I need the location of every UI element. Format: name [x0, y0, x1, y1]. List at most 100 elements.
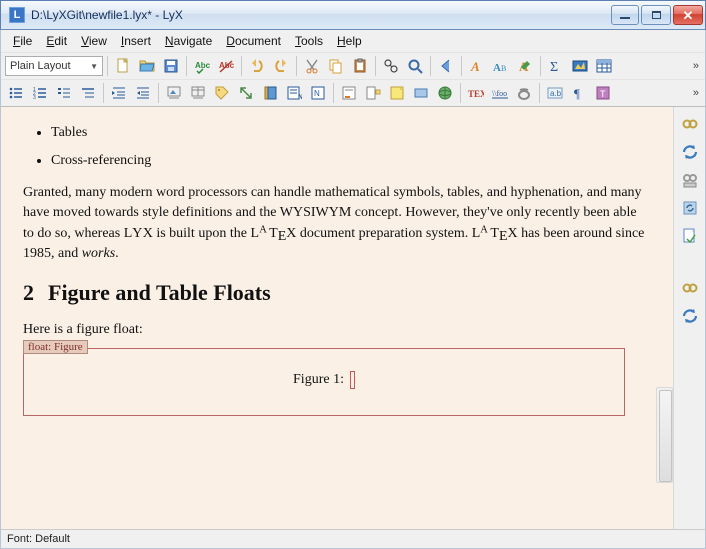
save-file-icon[interactable]: [160, 55, 182, 77]
insert-table-icon[interactable]: [593, 55, 615, 77]
vertical-scrollbar[interactable]: [656, 387, 673, 483]
svg-text:A: A: [493, 62, 501, 74]
svg-text:3: 3: [33, 95, 36, 101]
paragraph-icon[interactable]: ¶: [568, 82, 590, 104]
toolbars: Plain Layout ▼ Abc Abc A AB A Σ » 123: [0, 52, 706, 107]
svg-text:a.b: a.b: [550, 89, 562, 98]
svg-text:TEX: TEX: [468, 89, 484, 99]
math-icon[interactable]: Σ: [545, 55, 567, 77]
svg-text:\\foo: \\foo: [492, 89, 507, 98]
menubar: File Edit View Insert Navigate Document …: [0, 30, 706, 52]
bullet-list: Tables Cross-referencing: [51, 125, 651, 169]
emphasize-icon[interactable]: A: [466, 55, 488, 77]
list-term-icon[interactable]: [53, 82, 75, 104]
paste-icon[interactable]: [349, 55, 371, 77]
new-file-icon[interactable]: [112, 55, 134, 77]
list-bullet-icon[interactable]: [5, 82, 27, 104]
scroll-thumb[interactable]: [659, 390, 672, 482]
caption-label: Figure 1:: [293, 372, 344, 388]
svg-text:Σ: Σ: [550, 60, 558, 74]
menu-file[interactable]: File: [7, 32, 38, 50]
document-area[interactable]: Tables Cross-referencing Granted, many m…: [1, 107, 673, 529]
footnote-icon[interactable]: [338, 82, 360, 104]
index-icon[interactable]: N: [283, 82, 305, 104]
float-figure-icon[interactable]: [163, 82, 185, 104]
bullet-item: Cross-referencing: [51, 153, 651, 169]
menu-document[interactable]: Document: [220, 32, 287, 50]
paragraph: Granted, many modern word processors can…: [23, 183, 651, 264]
label-icon[interactable]: [211, 82, 233, 104]
hyperlink-icon[interactable]: [434, 82, 456, 104]
app-icon: L: [9, 7, 25, 23]
nav-back-icon[interactable]: [435, 55, 457, 77]
paragraph: Here is a figure float:: [23, 320, 651, 340]
master-refresh-icon[interactable]: [679, 197, 701, 219]
menu-insert[interactable]: Insert: [115, 32, 157, 50]
menu-help[interactable]: Help: [331, 32, 368, 50]
right-toolbar: [673, 107, 705, 529]
menu-edit[interactable]: Edit: [40, 32, 73, 50]
svg-text:N: N: [314, 89, 320, 98]
include-file-icon[interactable]: [513, 82, 535, 104]
note-icon[interactable]: [386, 82, 408, 104]
thesaurus-icon[interactable]: T: [592, 82, 614, 104]
figure-float[interactable]: float: Figure Figure 1:: [23, 348, 625, 416]
svg-text:N: N: [298, 94, 302, 101]
float-table-icon[interactable]: [187, 82, 209, 104]
figure-caption[interactable]: Figure 1:: [293, 371, 355, 389]
margin-note-icon[interactable]: [362, 82, 384, 104]
statusbar: Font: Default: [0, 529, 706, 549]
svg-text:T: T: [600, 89, 606, 99]
close-button[interactable]: ✕: [673, 5, 703, 25]
svg-text:B: B: [501, 64, 506, 73]
text-style-icon[interactable]: a.b: [544, 82, 566, 104]
window-title: D:\LyXGit\newfile1.lyx* - LyX: [31, 8, 611, 22]
titlebar: L D:\LyXGit\newfile1.lyx* - LyX ✕: [0, 0, 706, 30]
list-number-icon[interactable]: 123: [29, 82, 51, 104]
copy-icon[interactable]: [325, 55, 347, 77]
status-text: Font: Default: [7, 533, 70, 545]
find-icon[interactable]: [404, 55, 426, 77]
toolbar-extra: 123 N N TEX \\foo a.b ¶ T »: [1, 79, 705, 106]
svg-text:A: A: [470, 59, 480, 74]
nomenclature-icon[interactable]: N: [307, 82, 329, 104]
view-icon[interactable]: [679, 113, 701, 135]
menu-navigate[interactable]: Navigate: [159, 32, 218, 50]
refresh2-icon[interactable]: [679, 305, 701, 327]
output-sync-icon[interactable]: [679, 225, 701, 247]
cut-icon[interactable]: [301, 55, 323, 77]
text-caret: [350, 371, 355, 389]
float-label: float: Figure: [23, 340, 88, 354]
menu-view[interactable]: View: [75, 32, 113, 50]
toolbar2-overflow-icon[interactable]: »: [693, 87, 701, 99]
noun-icon[interactable]: AB: [490, 55, 512, 77]
open-file-icon[interactable]: [136, 55, 158, 77]
indent-decrease-icon[interactable]: [132, 82, 154, 104]
indent-increase-icon[interactable]: [108, 82, 130, 104]
minimize-button[interactable]: [611, 5, 639, 25]
apply-style-icon[interactable]: A: [514, 55, 536, 77]
find-replace-icon[interactable]: [380, 55, 402, 77]
layout-combo-text: Plain Layout: [10, 60, 71, 72]
menu-tools[interactable]: Tools: [289, 32, 329, 50]
layout-combo[interactable]: Plain Layout ▼: [5, 56, 103, 76]
refresh-icon[interactable]: [679, 141, 701, 163]
list-desc-icon[interactable]: [77, 82, 99, 104]
citation-icon[interactable]: [259, 82, 281, 104]
spellcheck-icon[interactable]: Abc: [191, 55, 213, 77]
insert-graphics-icon[interactable]: [569, 55, 591, 77]
cross-ref-icon[interactable]: [235, 82, 257, 104]
math-macro-icon[interactable]: \\foo: [489, 82, 511, 104]
tex-icon[interactable]: TEX: [465, 82, 487, 104]
spellcheck-off-icon[interactable]: Abc: [215, 55, 237, 77]
chevron-down-icon: ▼: [90, 62, 98, 71]
redo-icon[interactable]: [270, 55, 292, 77]
master-view-icon[interactable]: [679, 169, 701, 191]
toolbar-overflow-icon[interactable]: »: [693, 60, 701, 72]
maximize-button[interactable]: [641, 5, 671, 25]
bullet-item: Tables: [51, 125, 651, 141]
view2-icon[interactable]: [679, 277, 701, 299]
box-icon[interactable]: [410, 82, 432, 104]
undo-icon[interactable]: [246, 55, 268, 77]
window-controls: ✕: [611, 5, 703, 25]
